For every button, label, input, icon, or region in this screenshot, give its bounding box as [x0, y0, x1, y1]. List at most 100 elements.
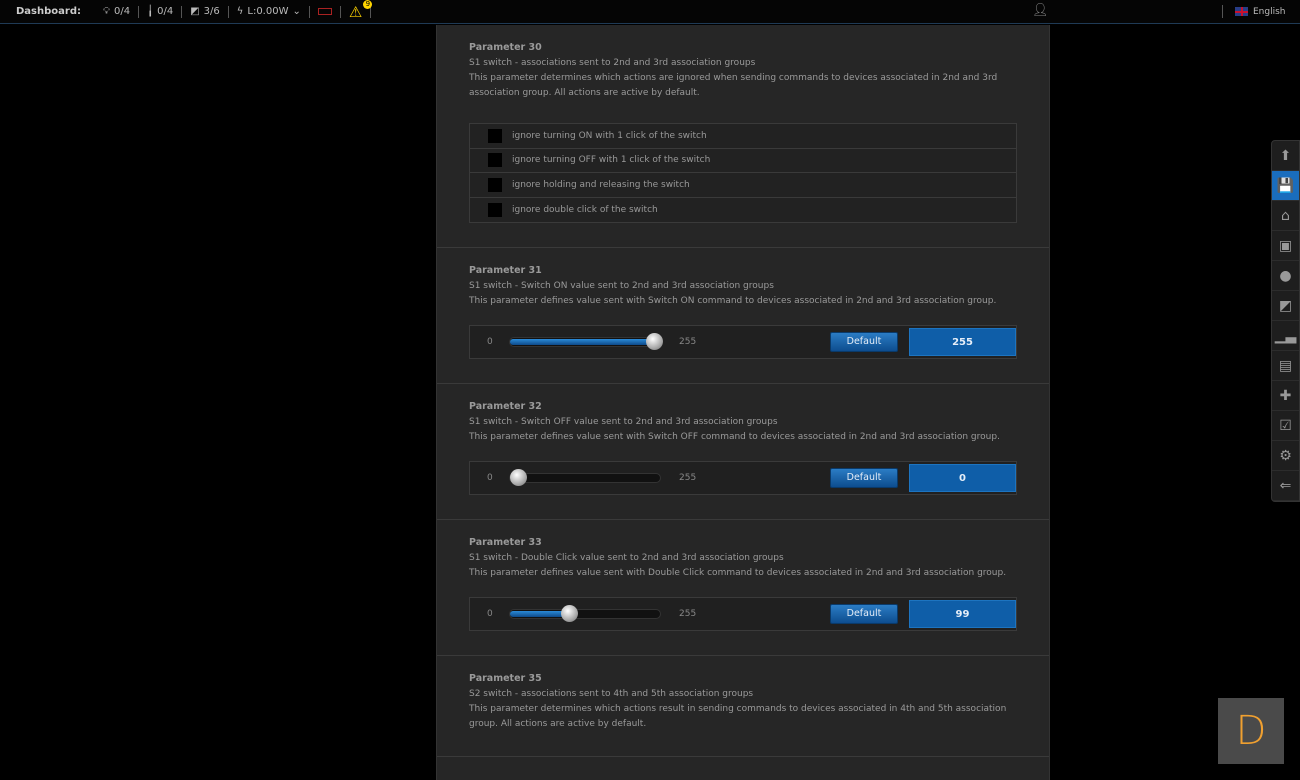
parameter-title: Parameter 32 — [469, 401, 542, 412]
parameter-description: This parameter defines value sent with S… — [469, 432, 1000, 442]
parameter-description: This parameter determines which actions … — [469, 73, 998, 98]
checkbox-list: ignore turning ON with 1 click of the sw… — [469, 123, 1017, 223]
parameter-title: Parameter 35 — [469, 673, 542, 684]
parameter-description: This parameter defines value sent with S… — [469, 296, 997, 306]
settings-icon: ⚙ — [1279, 447, 1292, 464]
schedule-icon: ☑ — [1279, 417, 1292, 434]
parameter-subtitle: S2 switch - associations sent to 4th and… — [469, 689, 754, 699]
slider-min: 0 — [487, 473, 493, 483]
value-field[interactable]: 0 — [909, 464, 1016, 492]
lights-status[interactable]: 💡︎ 0/4 — [95, 5, 140, 18]
checkbox-option[interactable]: ignore holding and releasing the switch — [470, 173, 1016, 198]
language-selector[interactable]: English — [1222, 5, 1286, 18]
parameter-title: Parameter 33 — [469, 537, 542, 548]
slider-min: 0 — [487, 337, 493, 347]
battery-status[interactable] — [310, 5, 341, 18]
warning-count: 9 — [363, 0, 373, 9]
parameter-section: Parameter 32 S1 switch - Switch OFF valu… — [437, 384, 1049, 520]
uk-flag-icon — [1235, 7, 1248, 16]
power-value: L:0.00W — [247, 6, 289, 17]
devices-icon: ▣ — [1278, 237, 1293, 254]
checkbox-label: ignore holding and releasing the switch — [512, 179, 690, 190]
logout-icon: ⇐ — [1279, 477, 1292, 494]
parameter-subtitle: S1 switch - Switch OFF value sent to 2nd… — [469, 417, 778, 427]
sidebar-button[interactable]: ● — [1272, 261, 1299, 291]
sidebar-button[interactable]: ⚙ — [1272, 441, 1299, 471]
help-button[interactable]: D — [1218, 698, 1284, 764]
sidebar-button[interactable]: ▣ — [1272, 231, 1299, 261]
scenes-status[interactable]: ◩ 3/6 — [182, 5, 229, 18]
slider-max: 255 — [679, 473, 697, 483]
parameter-subtitle: S1 switch - Switch ON value sent to 2nd … — [469, 281, 774, 291]
value-slider[interactable] — [509, 469, 661, 486]
sidebar-button[interactable]: ⌂ — [1272, 201, 1299, 231]
sidebar-button[interactable]: ◩ — [1272, 291, 1299, 321]
panel-icon: ▤ — [1278, 357, 1293, 374]
value-slider[interactable] — [509, 605, 661, 622]
checkbox-label: ignore turning ON with 1 click of the sw… — [512, 130, 707, 141]
value-field[interactable]: 99 — [909, 600, 1016, 628]
plugs-count: 0/4 — [157, 6, 174, 17]
value-slider[interactable] — [509, 333, 663, 350]
sidebar-button[interactable]: 💾 — [1272, 171, 1299, 201]
save-icon: 💾 — [1276, 177, 1295, 194]
slider-fill — [510, 339, 660, 345]
power-status[interactable]: ϟ L:0.00W ⌄ — [229, 5, 310, 18]
sidebar-button[interactable]: ▁▃ — [1272, 321, 1299, 351]
scenes-count: 3/6 — [203, 6, 220, 17]
sidebar-button[interactable]: ☑ — [1272, 411, 1299, 441]
user-icon[interactable]: 👤︎ — [1032, 3, 1049, 18]
warnings-button[interactable]: ⚠ 9 — [341, 0, 373, 21]
checkbox-option[interactable]: ignore double click of the switch — [470, 197, 1016, 222]
default-button[interactable]: Default — [830, 604, 898, 624]
slider-row: 0 255 Default 99 — [469, 597, 1017, 631]
parameters-panel: Parameter 30 S1 switch - associations se… — [436, 25, 1050, 780]
parameter-section: Parameter 31 S1 switch - Switch ON value… — [437, 248, 1049, 384]
sidebar-button[interactable]: ⇐ — [1272, 471, 1299, 501]
parameter-description: This parameter determines which actions … — [469, 704, 1007, 729]
slider-row: 0 255 Default 255 — [469, 325, 1017, 359]
chart-icon: ▁▃ — [1274, 327, 1297, 344]
home-icon: ⌂ — [1281, 207, 1290, 224]
lights-count: 0/4 — [114, 6, 131, 17]
checkbox-label: ignore double click of the switch — [512, 204, 658, 215]
parameter-description: This parameter defines value sent with D… — [469, 568, 1007, 578]
plugins-icon: ✚ — [1279, 387, 1292, 404]
checkbox[interactable] — [488, 128, 502, 143]
checkbox[interactable] — [488, 153, 502, 168]
arrow-up-icon: ⬆ — [1279, 147, 1292, 164]
parameter-section: Parameter 33 S1 switch - Double Click va… — [437, 520, 1049, 656]
value-field[interactable]: 255 — [909, 328, 1016, 356]
sidebar-button[interactable]: ⬆ — [1272, 141, 1299, 171]
right-sidebar: ⬆ 💾 ⌂ ▣ ● ◩ ▁▃ ▤ ✚ ☑ ⚙ ⇐ — [1271, 140, 1300, 502]
slider-row: 0 255 Default 0 — [469, 461, 1017, 495]
sidebar-button[interactable]: ▤ — [1272, 351, 1299, 381]
slider-max: 255 — [679, 337, 697, 347]
checkbox[interactable] — [488, 177, 502, 192]
language-label: English — [1253, 6, 1286, 17]
scenes-icon: ◩ — [1278, 297, 1293, 314]
parameter-title: Parameter 30 — [469, 42, 542, 53]
battery-icon — [317, 8, 332, 15]
plugs-status[interactable]: ╽ 0/4 — [139, 5, 183, 18]
lightbulb-icon: ● — [1279, 267, 1292, 284]
checkbox-label: ignore turning OFF with 1 click of the s… — [512, 155, 711, 166]
top-bar: Dashboard: 💡︎ 0/4 ╽ 0/4 ◩ 3/6 ϟ L:0.00W ⌄ ⚠ 9 … — [0, 0, 1300, 24]
lightbulb-icon: 💡︎ — [103, 6, 110, 17]
slider-handle[interactable] — [646, 333, 663, 350]
checkbox-option[interactable]: ignore turning ON with 1 click of the sw… — [470, 124, 1016, 149]
slider-min: 0 — [487, 609, 493, 619]
checkbox-option[interactable]: ignore turning OFF with 1 click of the s… — [470, 148, 1016, 173]
default-button[interactable]: Default — [830, 468, 898, 488]
clapperboard-icon: ◩ — [190, 6, 200, 17]
slider-handle[interactable] — [561, 605, 578, 622]
default-button[interactable]: Default — [830, 332, 898, 352]
checkbox[interactable] — [488, 202, 502, 217]
lightning-icon: ϟ — [236, 6, 244, 17]
slider-max: 255 — [679, 609, 697, 619]
parameter-section: Parameter 35 S2 switch - associations se… — [437, 656, 1049, 757]
parameter-subtitle: S1 switch - associations sent to 2nd and… — [469, 58, 756, 68]
sidebar-button[interactable]: ✚ — [1272, 381, 1299, 411]
slider-handle[interactable] — [510, 469, 527, 486]
slider-fill — [510, 611, 569, 617]
